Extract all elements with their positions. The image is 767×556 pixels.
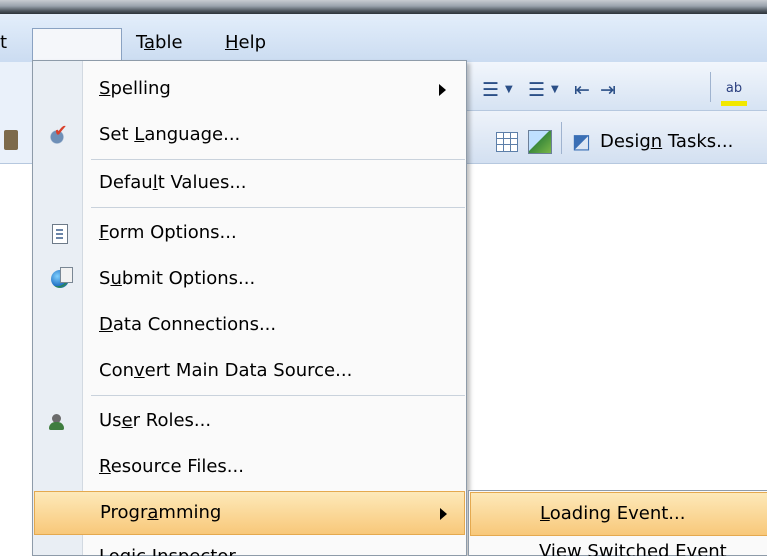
menu-separator [91, 395, 465, 396]
submit-options-icon [51, 267, 73, 288]
menu-table-post: ble [155, 32, 183, 53]
design-tasks-mnemonic: n [650, 131, 663, 152]
toolbar-separator [710, 72, 711, 102]
menu-item-label: Spelling [99, 78, 171, 99]
menu-table-pre: T [136, 32, 145, 53]
menu-item-label: User Roles... [99, 410, 212, 431]
submenu-arrow-icon [439, 84, 446, 96]
form-options-icon [52, 224, 68, 244]
menu-separator [91, 159, 465, 160]
highlight-icon[interactable]: ab [721, 80, 747, 106]
menu-item-form-options[interactable]: Form Options... [33, 211, 466, 255]
numbered-list-dropdown-icon[interactable]: ▼ [505, 78, 513, 102]
design-tasks-post: Tasks... [662, 131, 734, 152]
set-language-icon [49, 121, 69, 145]
menu-item-default-values[interactable]: Default Values... [33, 161, 466, 205]
menu-item-resource-files[interactable]: Resource Files... [33, 445, 466, 489]
user-roles-icon [49, 411, 69, 431]
menu-item-convert-main-data-source[interactable]: Convert Main Data Source... [33, 349, 466, 393]
menu-item-data-connections[interactable]: Data Connections... [33, 303, 466, 347]
menu-help-mnemonic: H [225, 32, 239, 53]
screenshot-stage: t Tools Table Help ☰ ▼ ☰ ▼ ⇤ ⇥ ab ◩ Desi… [0, 0, 767, 556]
menu-item-programming[interactable]: Programming [34, 491, 465, 535]
menu-item-set-language[interactable]: Set Language... [33, 113, 466, 157]
increase-indent-icon[interactable]: ⇥ [600, 78, 616, 102]
menu-item-label: Data Connections... [99, 314, 277, 335]
menu-item-label: Resource Files... [99, 456, 244, 477]
tools-dropdown-menu: Spelling Set Language... Default Values.… [32, 60, 467, 556]
insert-table-icon[interactable] [496, 132, 518, 152]
submenu-item-label: Loading Event... [540, 503, 686, 524]
design-tasks-pre: Desig [600, 131, 651, 152]
submenu-arrow-icon [440, 508, 447, 520]
menu-help[interactable]: Help [225, 28, 266, 58]
menu-table[interactable]: Table [136, 28, 183, 58]
bullet-list-dropdown-icon[interactable]: ▼ [551, 78, 559, 102]
menu-item-spelling[interactable]: Spelling [33, 67, 466, 111]
menu-bar: t Tools Table Help [0, 14, 767, 117]
menu-item-label: Programming [100, 502, 222, 523]
menu-item-label: Set Language... [99, 124, 241, 145]
design-tasks-button[interactable]: Design Tasks... [600, 128, 733, 156]
submenu-item-loading-event[interactable]: Loading Event... [470, 492, 767, 536]
design-tasks-icon: ◩ [572, 129, 591, 153]
numbered-list-icon[interactable]: ☰ [482, 78, 499, 102]
programming-submenu: Loading Event... View Switched Event [468, 490, 767, 556]
menu-item-label: Convert Main Data Source... [99, 360, 353, 381]
menu-item-logic-inspector[interactable]: Logic Inspector [99, 537, 236, 556]
menu-item-submit-options[interactable]: Submit Options... [33, 257, 466, 301]
menu-item-label: Form Options... [99, 222, 237, 243]
toolbar-separator-2 [561, 122, 562, 154]
menu-help-post: elp [238, 32, 267, 53]
menu-item-partial[interactable]: t [0, 28, 7, 58]
menu-table-mnemonic: a [144, 32, 156, 53]
submenu-item-view-switched-event[interactable]: View Switched Event [539, 537, 727, 556]
toolbar-partial-icon [4, 130, 18, 150]
menu-separator [91, 207, 465, 208]
insert-picture-icon[interactable] [528, 130, 552, 154]
window-top-edge [0, 0, 767, 14]
menu-item-label: Default Values... [99, 172, 247, 193]
bullet-list-icon[interactable]: ☰ [528, 78, 545, 102]
menu-item-label: Submit Options... [99, 268, 256, 289]
decrease-indent-icon[interactable]: ⇤ [574, 78, 590, 102]
menu-item-user-roles[interactable]: User Roles... [33, 399, 466, 443]
